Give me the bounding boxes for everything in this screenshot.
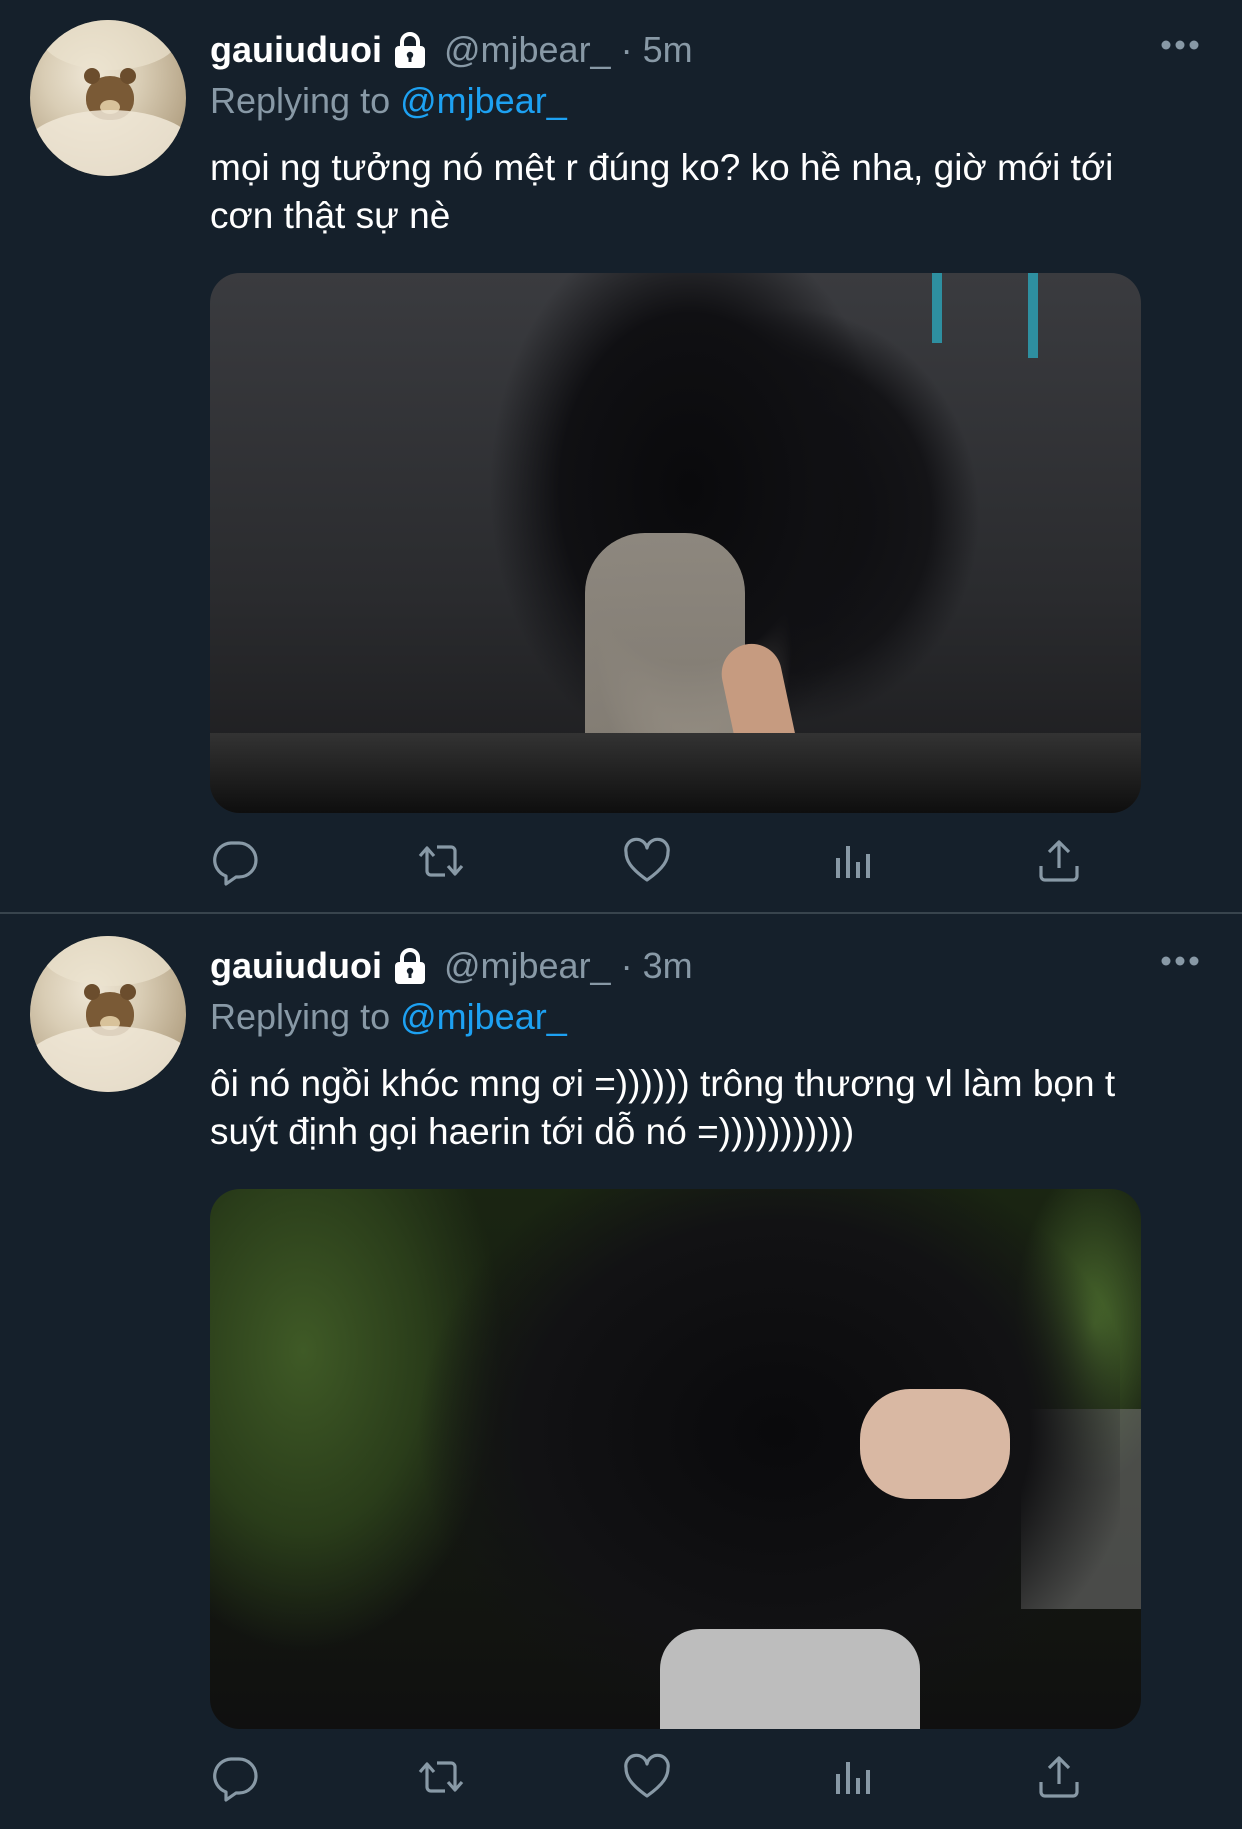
separator-dot: · [620,29,633,70]
separator-dot: · [620,945,633,986]
tweet-photo[interactable] [210,1189,1141,1729]
lock-icon [392,946,428,986]
timestamp[interactable]: 5m [643,29,693,71]
tweet-header: gauiuduoi @mjbear_ · 5m [210,28,693,72]
user-handle[interactable]: @mjbear_ [444,945,611,987]
tweet-text: ôi nó ngồi khóc mng ơi =)))))) trông thư… [210,1063,1116,1152]
replying-prefix: Replying to [210,996,391,1037]
timestamp[interactable]: 3m [643,945,693,987]
avatar[interactable] [30,20,186,176]
replying-to: Replying to @mjbear_ [210,996,567,1038]
analytics-icon[interactable] [828,836,878,886]
tweet-actions [210,1752,1110,1804]
tweet-header: gauiuduoi @mjbear_ · 3m [210,944,693,988]
more-horizontal-icon[interactable] [1160,954,1200,966]
reply-icon[interactable] [210,1752,260,1802]
mention-link[interactable]: @mjbear_ [400,80,567,121]
replying-prefix: Replying to [210,80,391,121]
more-horizontal-icon[interactable] [1160,38,1200,50]
tweet-photo[interactable] [210,273,1141,813]
tweet[interactable]: gauiuduoi @mjbear_ · 5m Replying to @mjb… [0,0,1242,914]
share-icon[interactable] [1034,836,1084,886]
tweet[interactable]: gauiuduoi @mjbear_ · 3m Replying to @mjb… [0,916,1242,1829]
display-name[interactable]: gauiuduoi [210,945,382,987]
tweet-actions [210,836,1110,888]
heart-icon[interactable] [622,836,672,886]
analytics-icon[interactable] [828,1752,878,1802]
retweet-icon[interactable] [416,1752,466,1802]
replying-to: Replying to @mjbear_ [210,80,567,122]
retweet-icon[interactable] [416,836,466,886]
display-name[interactable]: gauiuduoi [210,29,382,71]
heart-icon[interactable] [622,1752,672,1802]
reply-icon[interactable] [210,836,260,886]
tweet-text: mọi ng tưởng nó mệt r đúng ko? ko hề nha… [210,147,1114,236]
share-icon[interactable] [1034,1752,1084,1802]
mention-link[interactable]: @mjbear_ [400,996,567,1037]
avatar[interactable] [30,936,186,1092]
user-handle[interactable]: @mjbear_ [444,29,611,71]
lock-icon [392,30,428,70]
